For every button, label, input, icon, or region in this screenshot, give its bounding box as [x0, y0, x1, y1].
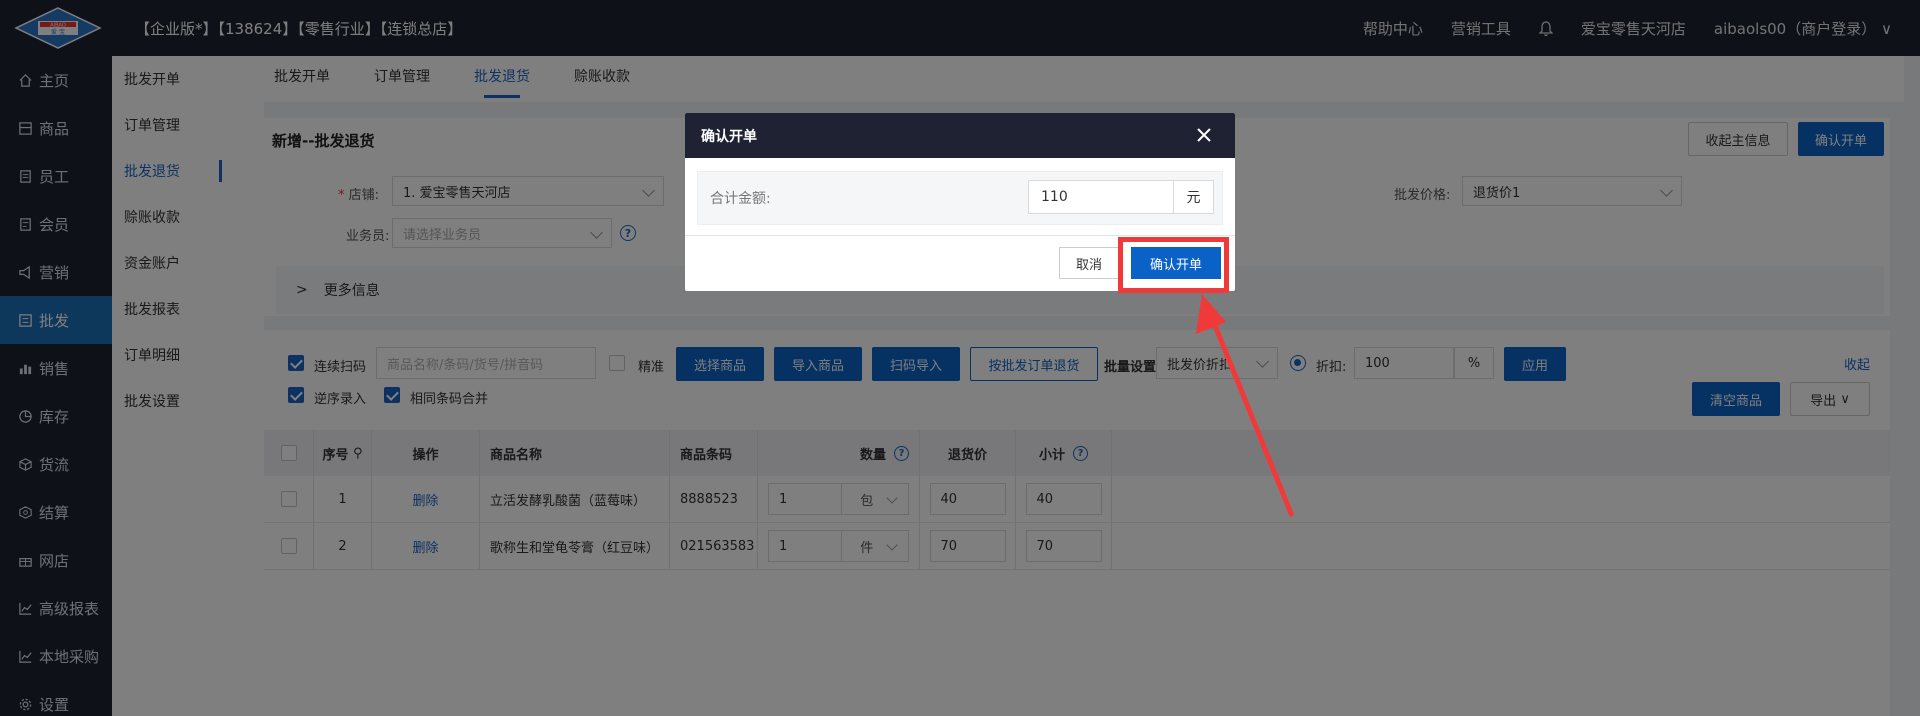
total-amount-label: 合计金额:	[710, 191, 771, 207]
modal-overlay[interactable]	[0, 0, 1920, 716]
total-amount-input[interactable]: 110	[1028, 180, 1174, 214]
annotation-arrow-icon	[1196, 294, 1295, 517]
dialog-divider	[685, 235, 1235, 236]
dialog-body: 合计金额: 110 元	[697, 171, 1223, 225]
currency-unit: 元	[1174, 180, 1214, 214]
close-icon[interactable]	[1195, 126, 1213, 144]
dialog-title: 确认开单	[701, 128, 757, 145]
highlight-box	[1118, 237, 1229, 293]
cancel-button[interactable]: 取消	[1059, 247, 1119, 279]
dialog-header: 确认开单	[685, 113, 1235, 158]
